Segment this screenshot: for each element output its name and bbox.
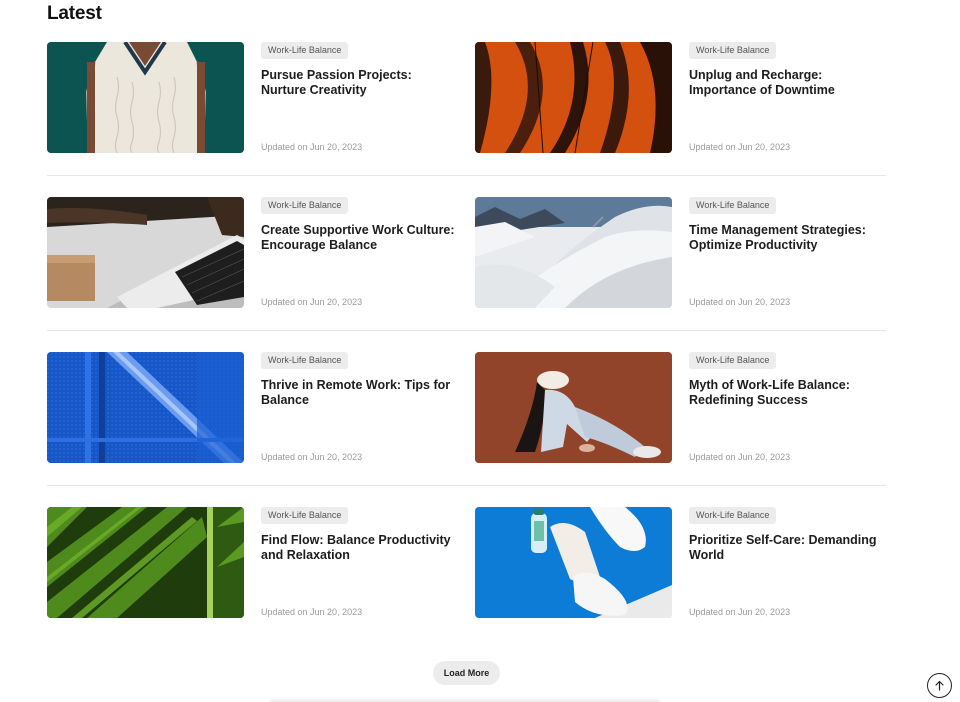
- category-tag[interactable]: Work-Life Balance: [261, 42, 349, 59]
- load-more-button[interactable]: Load More: [433, 661, 500, 685]
- article-row: Work-Life Balance Create Supportive Work…: [47, 197, 886, 352]
- article-date: Updated on Jun 20, 2023: [261, 452, 363, 462]
- category-tag[interactable]: Work-Life Balance: [689, 42, 777, 59]
- article-row: Work-Life Balance Find Flow: Balance Pro…: [47, 507, 886, 662]
- orange-leaves-image: [475, 42, 672, 153]
- article-card[interactable]: Work-Life Balance Unplug and Recharge: I…: [475, 42, 887, 153]
- article-card[interactable]: Work-Life Balance Myth of Work-Life Bala…: [475, 352, 887, 463]
- article-date: Updated on Jun 20, 2023: [261, 297, 363, 307]
- article-date: Updated on Jun 20, 2023: [689, 607, 791, 617]
- article-title[interactable]: Time Management Strategies: Optimize Pro…: [689, 223, 885, 253]
- article-date: Updated on Jun 20, 2023: [689, 452, 791, 462]
- article-date: Updated on Jun 20, 2023: [689, 297, 791, 307]
- article-card[interactable]: Work-Life Balance Pursue Passion Project…: [47, 42, 459, 153]
- blue-mesh-image: [47, 352, 244, 463]
- article-thumbnail[interactable]: [475, 42, 672, 153]
- article-row: Work-Life Balance Thrive in Remote Work:…: [47, 352, 886, 507]
- article-card[interactable]: Work-Life Balance Find Flow: Balance Pro…: [47, 507, 459, 618]
- green-leaf-image: [47, 507, 244, 618]
- category-tag[interactable]: Work-Life Balance: [689, 197, 777, 214]
- sneakers-bottle-image: [475, 507, 672, 618]
- article-date: Updated on Jun 20, 2023: [689, 142, 791, 152]
- article-thumbnail[interactable]: [47, 42, 244, 153]
- category-tag[interactable]: Work-Life Balance: [689, 352, 777, 369]
- section-title: Latest: [47, 3, 102, 24]
- article-grid: Work-Life Balance Pursue Passion Project…: [47, 42, 886, 662]
- category-tag[interactable]: Work-Life Balance: [261, 352, 349, 369]
- article-card[interactable]: Work-Life Balance Create Supportive Work…: [47, 197, 459, 308]
- article-thumbnail[interactable]: [475, 507, 672, 618]
- category-tag[interactable]: Work-Life Balance: [689, 507, 777, 524]
- article-date: Updated on Jun 20, 2023: [261, 607, 363, 617]
- category-tag[interactable]: Work-Life Balance: [261, 507, 349, 524]
- article-date: Updated on Jun 20, 2023: [261, 142, 363, 152]
- article-thumbnail[interactable]: [47, 507, 244, 618]
- category-tag[interactable]: Work-Life Balance: [261, 197, 349, 214]
- article-title[interactable]: Prioritize Self-Care: Demanding World: [689, 533, 885, 563]
- article-title[interactable]: Pursue Passion Projects: Nurture Creativ…: [261, 68, 457, 98]
- article-row: Work-Life Balance Pursue Passion Project…: [47, 42, 886, 197]
- woman-sitting-image: [475, 352, 672, 463]
- article-title[interactable]: Find Flow: Balance Productivity and Rela…: [261, 533, 457, 563]
- article-card[interactable]: Work-Life Balance Prioritize Self-Care: …: [475, 507, 887, 618]
- article-card[interactable]: Work-Life Balance Time Management Strate…: [475, 197, 887, 308]
- article-thumbnail[interactable]: [47, 197, 244, 308]
- article-card[interactable]: Work-Life Balance Thrive in Remote Work:…: [47, 352, 459, 463]
- article-thumbnail[interactable]: [475, 197, 672, 308]
- row-divider: [47, 330, 886, 331]
- knit-vest-image: [47, 42, 244, 153]
- article-title[interactable]: Myth of Work-Life Balance: Redefining Su…: [689, 378, 885, 408]
- laptop-typing-image: [47, 197, 244, 308]
- snowy-mountain-image: [475, 197, 672, 308]
- row-divider: [47, 485, 886, 486]
- article-title[interactable]: Create Supportive Work Culture: Encourag…: [261, 223, 457, 253]
- article-title[interactable]: Thrive in Remote Work: Tips for Balance: [261, 378, 457, 408]
- arrow-up-icon: [935, 680, 944, 691]
- article-title[interactable]: Unplug and Recharge: Importance of Downt…: [689, 68, 885, 98]
- article-thumbnail[interactable]: [475, 352, 672, 463]
- back-to-top-button[interactable]: [927, 673, 952, 698]
- bottom-fade: [270, 697, 660, 702]
- article-thumbnail[interactable]: [47, 352, 244, 463]
- row-divider: [47, 175, 886, 176]
